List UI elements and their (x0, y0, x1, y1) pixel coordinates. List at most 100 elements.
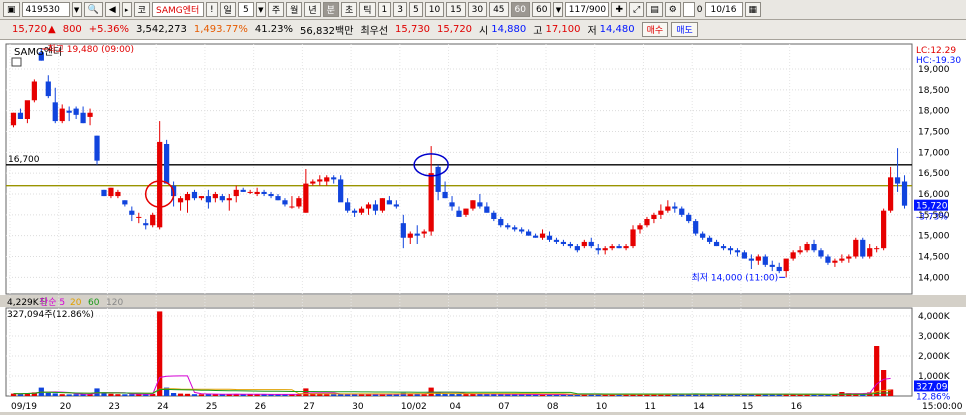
candle-body (741, 252, 748, 259)
minute-5-button[interactable]: 5 (408, 2, 423, 17)
candlestick-chart[interactable]: 16,700 19,000 18,500 18,000 17,500 17,000 16,… (0, 40, 966, 412)
candle-body (595, 248, 601, 251)
volume-ma-legend: 20 (70, 298, 82, 308)
candle-body (665, 206, 671, 211)
period-tick-button[interactable]: 틱 (359, 2, 376, 17)
x-axis-label: 10/02 (401, 402, 427, 412)
buy-button[interactable]: 매수 (641, 22, 669, 37)
candle-body (734, 250, 741, 253)
candle-body (588, 241, 594, 247)
low-price: 14,480 (599, 24, 635, 35)
candle-body (846, 256, 852, 259)
candle-body (839, 258, 845, 261)
volume-bar (129, 394, 135, 396)
chart-area[interactable]: 16,700 19,000 18,500 18,000 17,500 17,000 16,… (0, 40, 966, 412)
candle-body (651, 214, 657, 219)
candle-body (498, 219, 504, 226)
save-icon[interactable]: ▤ (646, 2, 663, 17)
candle-body (630, 229, 636, 247)
x-axis-label: 11 (644, 402, 655, 412)
volume: 3,542,273 (135, 24, 187, 35)
candle-body (894, 177, 901, 184)
period-number-input[interactable]: 5 (237, 2, 254, 17)
best-offer-label: 최우선 (360, 26, 389, 37)
hc-label: HC:-19.30 (916, 56, 961, 66)
x-axis-label: 20 (60, 402, 72, 412)
time-label: 15:00:00 (922, 402, 963, 412)
max-price-note: 최고 19,480 (09:00) (47, 44, 134, 55)
minute-value-field[interactable]: 60 (531, 2, 552, 17)
x-axis-label: 26 (255, 402, 267, 412)
candle-body (191, 191, 198, 199)
candle-body (463, 208, 469, 215)
candle-body (268, 194, 274, 197)
cross-icon[interactable]: ✚ (611, 2, 627, 17)
stock-name-field[interactable]: SAMG엔터 (151, 2, 204, 17)
indicator-icon[interactable]: ⤢ (628, 2, 645, 17)
minute-3-button[interactable]: 3 (393, 2, 407, 17)
prev-next-icon[interactable]: ▸ (121, 2, 132, 17)
minute-45-button[interactable]: 45 (489, 2, 509, 17)
minute-30-button[interactable]: 30 (467, 2, 488, 17)
code-dropdown-icon[interactable]: ▼ (71, 2, 82, 17)
candle-body (818, 250, 824, 257)
candle-body (296, 198, 302, 207)
candle-body (435, 166, 441, 192)
period-day-button[interactable]: 일 (219, 2, 236, 17)
candle-body (672, 206, 678, 209)
candle-body (400, 223, 406, 238)
page-count-field[interactable]: 117/900 (565, 2, 610, 17)
turnover-percent: 41.23% (254, 24, 294, 35)
candle-body (73, 108, 79, 115)
candle-body (324, 177, 330, 182)
period-second-button[interactable]: 초 (340, 2, 358, 17)
sound-icon[interactable]: ◀ (104, 2, 120, 17)
minute-15-button[interactable]: 15 (446, 2, 466, 17)
date-input[interactable]: 10/16 (704, 2, 743, 17)
quote-info-bar: 15,720 ▲ 800 +5.36% 3,542,273 1,493.77% … (0, 20, 966, 40)
volume-bar (874, 346, 880, 396)
period-year-button[interactable]: 년 (304, 2, 321, 17)
stock-code-input[interactable]: 419530 (21, 2, 70, 17)
period-minute-button[interactable]: 분 (322, 2, 339, 17)
volume-ma-legend: 120 (106, 298, 123, 308)
alert-icon[interactable]: ! (205, 2, 218, 17)
candle-body (609, 246, 615, 249)
checkbox[interactable] (682, 2, 695, 17)
search-icon[interactable]: 🔍 (83, 2, 103, 17)
candle-body (526, 231, 532, 236)
minute-60-button[interactable]: 60 (510, 2, 530, 17)
candle-body (414, 233, 420, 236)
minute-10-button[interactable]: 10 (424, 2, 445, 17)
period-week-button[interactable]: 주 (267, 2, 285, 17)
minute-dropdown-icon[interactable]: ▼ (553, 2, 564, 17)
candle-body (686, 214, 692, 222)
candle-body (317, 179, 323, 182)
candle-body (825, 256, 831, 263)
minute-1-button[interactable]: 1 (377, 2, 392, 17)
calendar-icon[interactable]: ▦ (744, 2, 762, 17)
panel-separator (0, 295, 966, 307)
candle-body (519, 229, 525, 232)
market-type-button[interactable]: 코 (133, 2, 150, 17)
last-price-label: 15,720 (916, 202, 948, 212)
volume-ratio: 1,493.77% (193, 24, 248, 35)
volume-bar (52, 393, 58, 396)
period-dropdown-icon[interactable]: ▼ (255, 2, 266, 17)
period-month-button[interactable]: 월 (286, 2, 303, 17)
candle-body (874, 248, 880, 250)
candle-body (87, 112, 93, 117)
candle-body (240, 189, 246, 192)
candle-body (150, 214, 156, 226)
gear-icon[interactable]: ⚙ (664, 2, 681, 17)
price-tick-label: 16,500 (918, 169, 950, 179)
candle-body (379, 198, 386, 211)
sell-button[interactable]: 매도 (671, 22, 698, 37)
candle-body (616, 246, 622, 249)
volume-last-label: 327,094 (916, 382, 953, 392)
candle-body (484, 206, 490, 213)
open-label: 시 (479, 26, 489, 37)
window-icon[interactable]: ▣ (3, 2, 20, 17)
low-label: 저 (587, 26, 597, 37)
candle-body (421, 231, 427, 234)
